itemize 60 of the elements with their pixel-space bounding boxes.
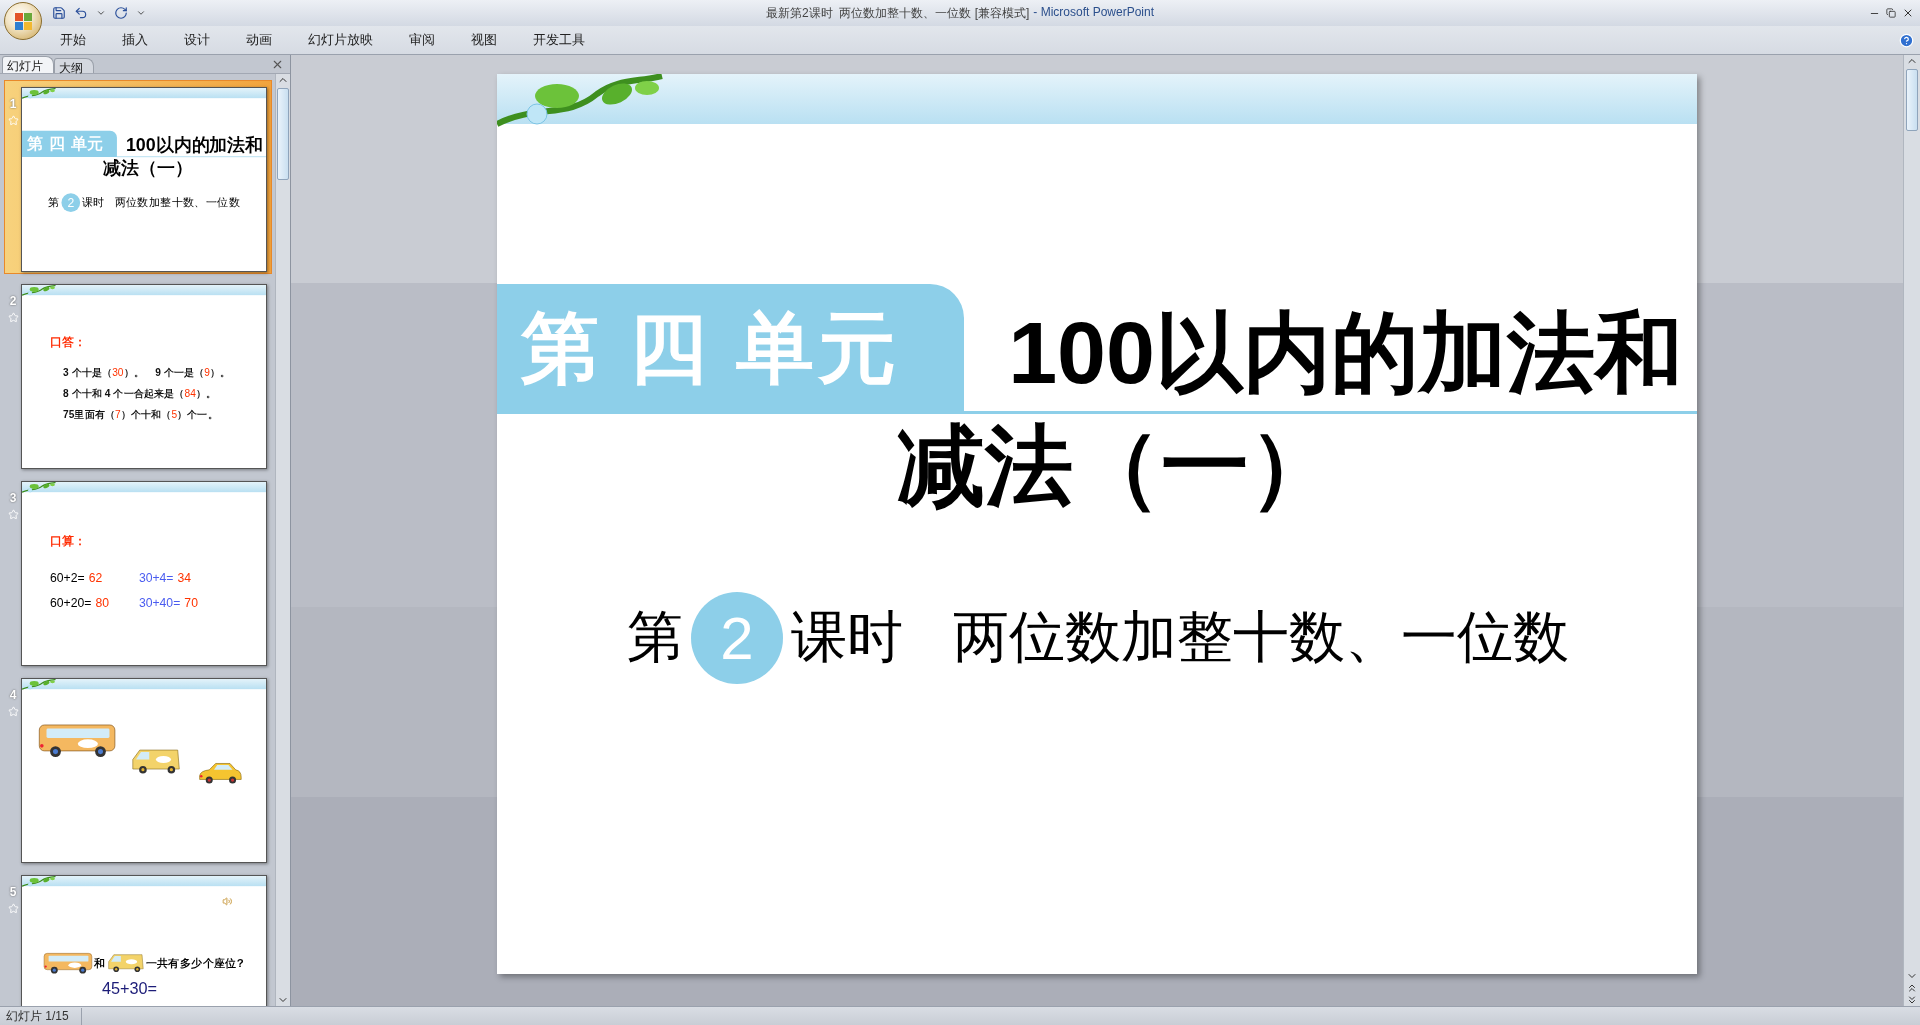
lesson-label: 课时 [791,604,903,671]
scrollbar-thumb[interactable] [277,88,289,180]
window-title: 最新第2课时 两位数加整十数、一位数 [兼容模式] [765,4,1030,22]
app-name: - Microsoft PowerPoint [1033,4,1154,21]
slide-title: 减法（一） [897,420,1338,513]
panel-tab[interactable]: 大纲 [54,58,94,73]
redo-icon[interactable] [114,6,128,20]
exercise-line: 8 个十和 4 个一合起来是（84）。 [63,386,218,401]
help-icon[interactable] [1899,32,1914,48]
unit-label: 第 四 单元 [497,284,964,414]
slide-indicator: 幻灯片 1/15 [0,1007,82,1025]
answer-value: 62 [88,570,103,585]
scrollbar-thumb[interactable] [1906,69,1918,131]
slide-number: 4 [9,688,17,702]
slide-number: 3 [9,491,17,505]
panel-tab[interactable]: 幻灯片 [2,56,54,73]
lesson-title: 两位数加整十数、一位数 [114,195,240,211]
answer-value: 34 [177,570,192,585]
slide-title: 100以内的加法和 [964,309,1697,414]
next-slide-icon[interactable] [1906,994,1918,1006]
slide-number: 1 [9,97,17,111]
lesson-label: 第 [48,195,60,211]
connector-text: 和 [94,955,106,971]
ribbon-tab[interactable]: 动画 [230,28,288,52]
unit-label: 第 四 单元 [22,130,117,158]
ribbon-tab[interactable]: 视图 [455,28,513,52]
lesson-number: 2 [61,193,81,213]
equation: 30+4= [138,570,174,585]
save-icon[interactable] [52,6,66,20]
slide-number: 2 [9,294,17,308]
slide-heading: 口算： [50,533,88,550]
ribbon-tab[interactable]: 开发工具 [517,28,601,52]
lesson-title: 两位数加整十数、一位数 [953,604,1569,671]
ribbon-tab[interactable]: 设计 [168,28,226,52]
question-text: 一共有多少个座位? [145,955,244,971]
ribbon-tab[interactable]: 插入 [106,28,164,52]
lesson-number: 2 [691,592,783,685]
slide-number: 5 [9,885,17,899]
exercise-line: 3 个十是（30）。 9 个一是（9）。 [63,365,232,380]
restore-icon[interactable] [1886,7,1896,19]
exercise-line: 75里面有（7）个十和（5）个一。 [63,408,219,422]
ribbon-tab[interactable]: 幻灯片放映 [292,28,389,52]
previous-slide-icon[interactable] [1906,982,1918,994]
caret-icon[interactable] [96,8,106,18]
answer-value: 70 [184,595,198,610]
slide-title: 减法（一） [103,158,194,178]
close-icon[interactable] [1902,7,1914,19]
lesson-label: 第 [627,604,683,671]
lesson-label: 课时 [81,195,105,211]
answer-value: 80 [95,595,110,610]
equation: 60+2= [50,570,85,585]
caret-icon[interactable] [136,8,146,18]
thumbnail-item[interactable]: 1 第 四 单元 100以内的加法和 减法（一） 第 2 课时 两位数加整十数、一位数 [4,80,272,274]
ribbon-tab[interactable]: 审阅 [393,28,451,52]
undo-icon[interactable] [74,6,88,20]
equation: 45+30= [101,980,158,997]
ribbon-tab[interactable]: 开始 [44,28,102,52]
slide-heading: 口答： [50,334,88,351]
equation: 60+20= [50,595,92,610]
equation: 30+40= [138,595,181,610]
